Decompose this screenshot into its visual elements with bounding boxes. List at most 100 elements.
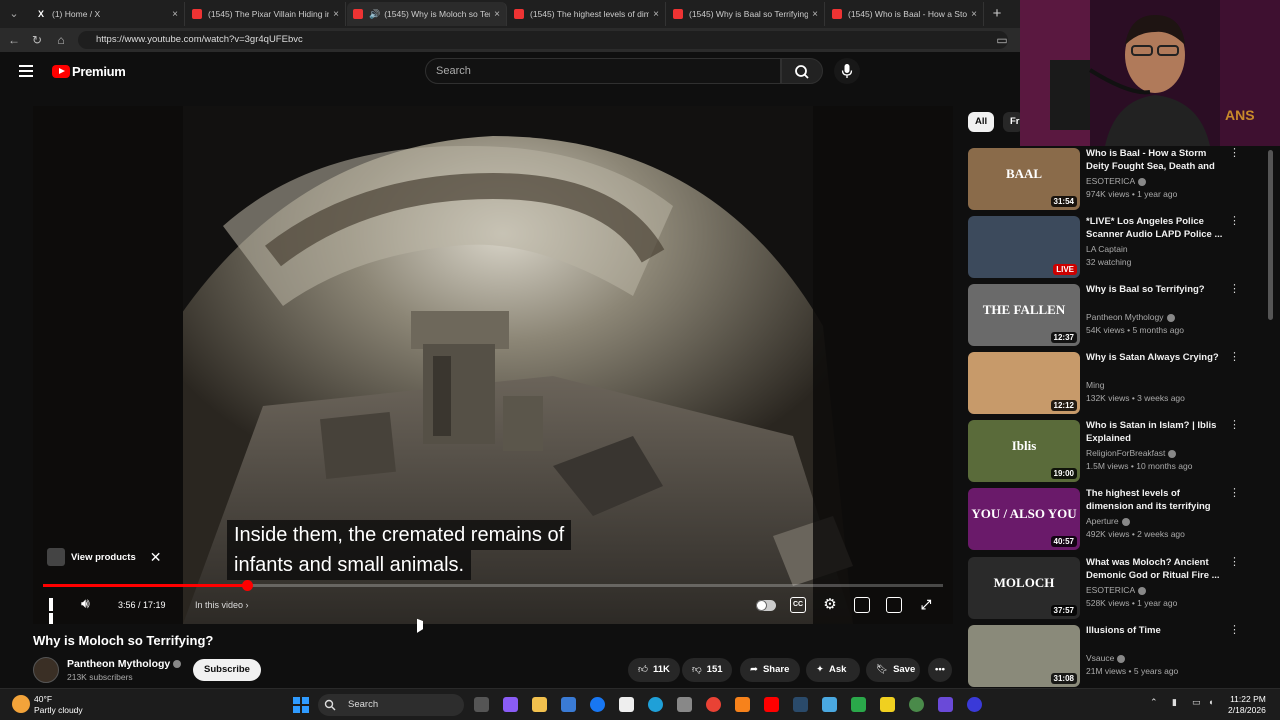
app-icon[interactable] (822, 697, 837, 712)
xbox-app-icon[interactable] (851, 697, 866, 712)
tab-list-chevron-icon[interactable]: ⌄ (6, 6, 22, 22)
steam-app-icon[interactable] (793, 697, 808, 712)
pause-icon[interactable] (49, 598, 61, 624)
recommended-channel[interactable]: ReligionForBreakfast (1086, 448, 1177, 458)
recommended-channel[interactable]: Aperture (1086, 516, 1130, 526)
chip-all[interactable]: All (968, 112, 995, 132)
browser-tab[interactable]: (1545) Why is Baal so Terrifying? - × (667, 2, 825, 26)
chrome-browser-icon[interactable] (706, 697, 721, 712)
view-products-button[interactable]: View products ✕ (47, 546, 162, 568)
recommended-title[interactable]: What was Moloch? Ancient Demonic God or … (1086, 556, 1226, 582)
recommended-channel[interactable]: ESOTERICA (1086, 176, 1147, 186)
video-thumbnail[interactable]: 31:08 (968, 625, 1080, 687)
channel-name[interactable]: Pantheon Mythology (67, 658, 182, 670)
store-app-icon[interactable] (561, 697, 576, 712)
recommended-title[interactable]: *LIVE* Los Angeles Police Scanner Audio … (1086, 215, 1226, 241)
edge-browser-icon[interactable] (648, 697, 663, 712)
browser-tab-active[interactable]: 🔊 (1545) Why is Moloch so Terri × (347, 2, 507, 26)
speaker-tray-icon[interactable]: ◖ (1208, 697, 1213, 707)
tray-chevron-up-icon[interactable]: ⌃ (1150, 697, 1158, 708)
recommended-video[interactable]: THE FALLEN 12:37 Why is Baal so Terrifying… (968, 284, 1258, 346)
more-actions-button[interactable]: ••• (928, 658, 952, 682)
split-screen-icon[interactable]: ▭ (994, 32, 1010, 48)
tab-close-icon[interactable]: × (653, 9, 659, 20)
copilot-app-icon[interactable] (503, 697, 518, 712)
more-vertical-icon[interactable]: ⋮ (1229, 625, 1240, 636)
weather-partly-cloudy-icon[interactable] (12, 695, 30, 713)
tab-close-icon[interactable]: × (172, 9, 178, 20)
search-button[interactable] (781, 58, 823, 84)
fullscreen-icon[interactable]: ⤢ (918, 597, 934, 613)
amazon-app-icon[interactable] (619, 697, 634, 712)
recommended-channel[interactable]: LA Captain (1086, 244, 1128, 254)
subscribe-button[interactable]: Subscribe (193, 659, 261, 681)
youtube-premium-wordmark[interactable]: Premium (72, 64, 126, 79)
dislike-button[interactable]: 👎︎ 151 (682, 658, 732, 682)
voice-search-button[interactable] (834, 58, 860, 84)
more-vertical-icon[interactable]: ⋮ (1229, 148, 1240, 159)
recommended-channel[interactable]: Vsauce (1086, 653, 1126, 663)
video-thumbnail[interactable]: Iblis 19:00 (968, 420, 1080, 482)
recommended-title[interactable]: The highest levels of dimension and its … (1086, 487, 1226, 514)
save-button[interactable]: 🔖︎ Save (866, 658, 920, 682)
url-field[interactable]: https://www.youtube.com/watch?v=3gr4qUFE… (78, 31, 1008, 49)
reload-icon[interactable]: ↻ (29, 32, 45, 48)
discord-app-icon[interactable] (938, 697, 953, 712)
more-vertical-icon[interactable]: ⋮ (1229, 216, 1240, 227)
recommended-video[interactable]: LIVE *LIVE* Los Angeles Police Scanner Au… (968, 216, 1258, 278)
recommended-channel[interactable]: Pantheon Mythology (1086, 312, 1175, 322)
volume-icon[interactable]: 🔊︎ (81, 595, 90, 612)
tab-close-icon[interactable]: × (494, 9, 500, 20)
network-icon[interactable]: ▭ (1192, 697, 1201, 708)
search-input[interactable]: Search (425, 58, 781, 84)
recommended-video[interactable]: YOU / ALSO YOU 40:57 The highest levels of… (968, 488, 1258, 550)
captions-icon[interactable]: CC (790, 597, 806, 613)
weather-widget[interactable]: 40°F Partly cloudy (34, 694, 83, 716)
tab-close-icon[interactable]: × (333, 9, 339, 20)
tab-close-icon[interactable]: × (812, 9, 818, 20)
recommended-channel[interactable]: Ming (1086, 380, 1104, 390)
recommended-video[interactable]: Iblis 19:00 Who is Satan in Islam? | Iblis… (968, 420, 1258, 482)
app-icon[interactable] (909, 697, 924, 712)
youtube-logo-icon[interactable] (52, 65, 70, 78)
browser-tab[interactable]: (1545) Who is Baal - How a Storm × (826, 2, 984, 26)
more-vertical-icon[interactable]: ⋮ (1229, 284, 1240, 295)
close-icon[interactable]: ✕ (150, 549, 162, 566)
tab-close-icon[interactable]: × (971, 9, 977, 20)
like-button[interactable]: 👍︎ 11K (628, 658, 680, 682)
more-vertical-icon[interactable]: ⋮ (1229, 352, 1240, 363)
back-arrow-icon[interactable]: ← (6, 32, 22, 48)
share-button[interactable]: ➦ Share (740, 658, 800, 682)
browser-tab[interactable]: (1545) The highest levels of dimen × (508, 2, 666, 26)
recommended-channel[interactable]: ESOTERICA (1086, 585, 1147, 595)
settings-gear-icon[interactable]: ⚙ (822, 597, 838, 613)
recommended-title[interactable]: Who is Satan in Islam? | Iblis Explained (1086, 419, 1226, 445)
recommended-title[interactable]: Illusions of Time (1086, 624, 1226, 637)
new-tab-plus-icon[interactable]: + (988, 5, 1006, 23)
task-view-icon[interactable] (474, 697, 489, 712)
channel-avatar[interactable] (33, 657, 59, 683)
speaker-icon[interactable]: 🔊 (369, 9, 380, 20)
recommended-title[interactable]: Who is Baal - How a Storm Deity Fought S… (1086, 147, 1226, 174)
video-thumbnail[interactable]: THE FALLEN 12:37 (968, 284, 1080, 346)
miniplayer-icon[interactable] (854, 597, 870, 613)
youtube-app-icon[interactable] (764, 697, 779, 712)
video-thumbnail[interactable]: YOU / ALSO YOU 40:57 (968, 488, 1080, 550)
obs-app-icon[interactable] (967, 697, 982, 712)
video-player[interactable]: Inside them, the cremated remains of inf… (33, 106, 953, 624)
ask-button[interactable]: ✦ Ask (806, 658, 860, 682)
rail-scrollbar[interactable] (1268, 150, 1273, 320)
recommended-video[interactable]: 31:08 Illusions of Time Vsauce 21M views • … (968, 625, 1258, 687)
facebook-app-icon[interactable] (590, 697, 605, 712)
sticky-notes-icon[interactable] (880, 697, 895, 712)
video-thumbnail[interactable]: 12:12 (968, 352, 1080, 414)
file-explorer-icon[interactable] (532, 697, 547, 712)
in-this-video-button[interactable]: In this video › (195, 600, 249, 610)
more-vertical-icon[interactable]: ⋮ (1229, 488, 1240, 499)
cast-icon[interactable] (886, 597, 902, 613)
recommended-title[interactable]: Why is Baal so Terrifying? (1086, 283, 1226, 296)
recommended-title[interactable]: Why is Satan Always Crying? (1086, 351, 1226, 364)
video-thumbnail[interactable]: MOLOCH 37:57 (968, 557, 1080, 619)
video-thumbnail[interactable]: BAAL 31:54 (968, 148, 1080, 210)
windows-start-icon[interactable] (293, 697, 309, 713)
